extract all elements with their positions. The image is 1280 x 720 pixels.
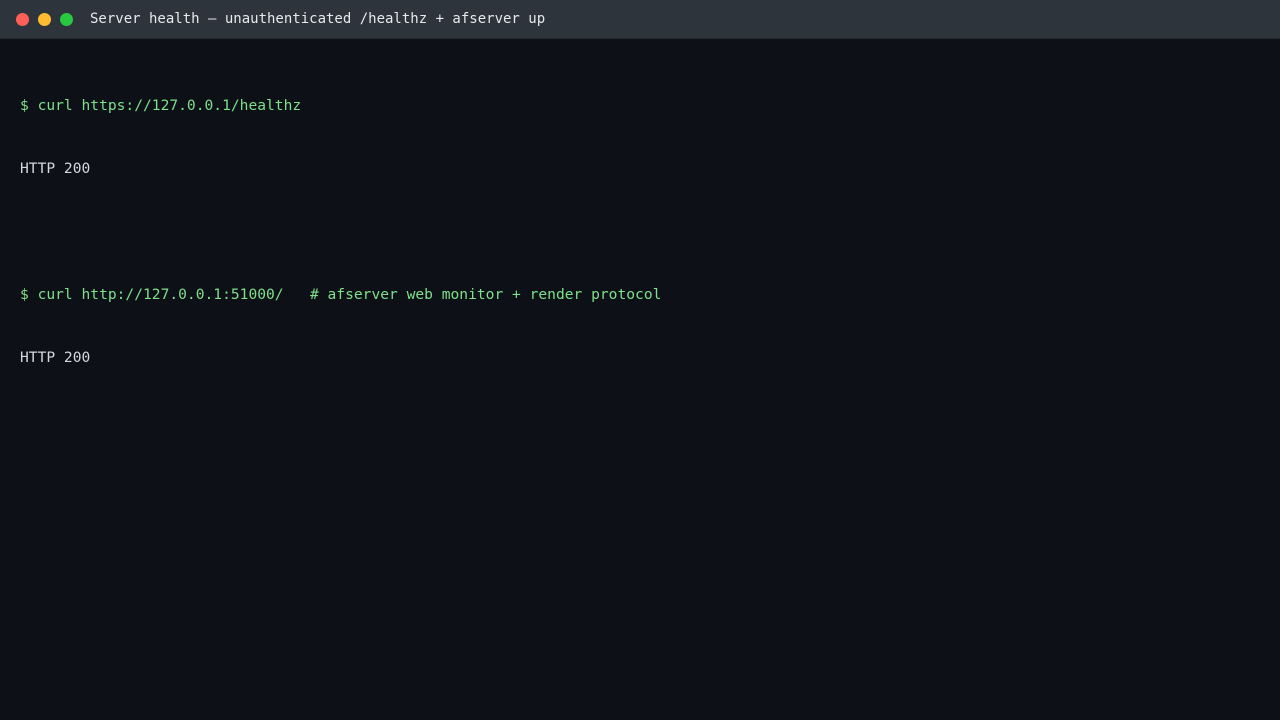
maximize-button[interactable] xyxy=(60,12,73,26)
terminal-line-output: HTTP 200 xyxy=(20,349,91,366)
terminal-line-output: HTTP 200 xyxy=(20,160,91,177)
window-title: Server health — unauthenticated /healthz… xyxy=(90,11,546,27)
title-bar[interactable]: Server health — unauthenticated /healthz… xyxy=(0,0,1280,39)
window-controls xyxy=(16,12,73,26)
terminal-line-command: $ curl https://127.0.0.1/healthz xyxy=(20,97,302,114)
minimize-button[interactable] xyxy=(38,12,51,26)
terminal-line-command: $ curl http://127.0.0.1:51000/ # afserve… xyxy=(20,286,662,303)
terminal-output[interactable]: $ curl https://127.0.0.1/healthz HTTP 20… xyxy=(0,39,1280,410)
terminal-window: Server health — unauthenticated /healthz… xyxy=(0,0,1280,720)
close-button[interactable] xyxy=(16,12,29,26)
